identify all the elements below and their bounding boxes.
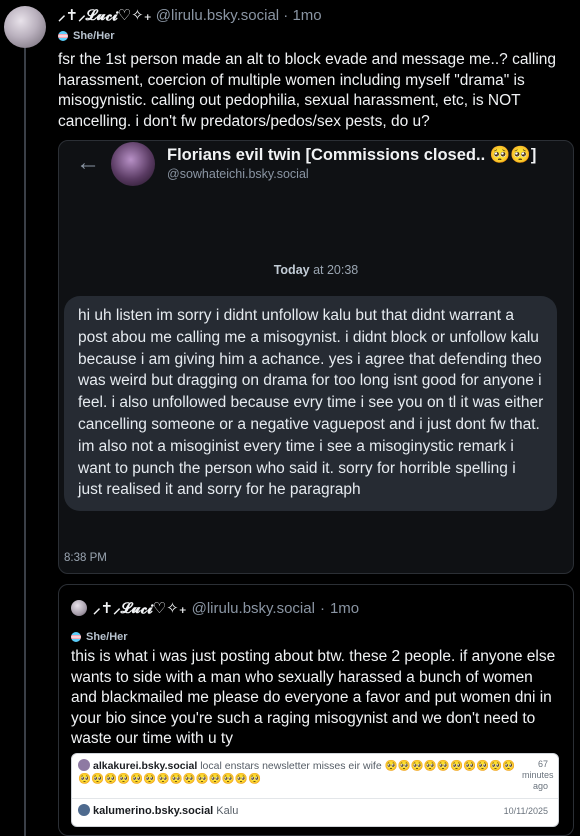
- post-header: ⸝✝⸝𝓛𝓾𝓬𝓲♡✧₊ @lirulu.bsky.social · 1mo: [58, 6, 572, 26]
- embed-text-2: Kalu: [213, 805, 239, 817]
- date-time: at 20:38: [309, 263, 359, 277]
- dm-header: ← Florians evil twin [Commissions closed…: [59, 141, 573, 193]
- handle[interactable]: @lirulu.bsky.social: [156, 7, 279, 24]
- display-name[interactable]: ⸝✝⸝𝓛𝓾𝓬𝓲♡✧₊: [58, 7, 152, 24]
- quote-header: ⸝✝⸝𝓛𝓾𝓬𝓲♡✧₊ @lirulu.bsky.social · 1mo: [71, 598, 359, 618]
- quote-handle: @lirulu.bsky.social: [191, 599, 315, 617]
- message-bubble: hi uh listen im sorry i didnt unfollow k…: [64, 296, 557, 512]
- pronoun-badge: She/Her: [58, 30, 572, 42]
- embed-user-2: kalumerino.bsky.social: [93, 805, 214, 817]
- quote-display-name: ⸝✝⸝𝓛𝓾𝓬𝓲♡✧₊: [93, 600, 187, 617]
- embedded-screenshot[interactable]: alkakurei.bsky.social local enstars news…: [71, 753, 559, 827]
- timestamp[interactable]: 1mo: [292, 7, 321, 24]
- separator: ·: [283, 7, 289, 24]
- post-text: fsr the 1st person made an alt to block …: [58, 51, 557, 130]
- embed-meta-2: 10/11/2025: [503, 806, 548, 816]
- quote-pronoun-label: She/Her: [86, 631, 128, 643]
- thread-line: [24, 48, 26, 836]
- dm-screenshot-image[interactable]: ← Florians evil twin [Commissions closed…: [58, 140, 574, 574]
- dm-display-name: Florians evil twin [Commissions closed..…: [167, 146, 537, 164]
- quote-text: this is what i was just posting about bt…: [71, 648, 556, 747]
- embed-avatar-1: [78, 759, 90, 771]
- embed-divider: [72, 798, 558, 799]
- quote-avatar: [71, 600, 87, 616]
- quote-pronoun-badge: She/Her: [71, 631, 128, 643]
- date-day: Today: [273, 263, 310, 277]
- trans-flag-icon: [71, 632, 81, 642]
- quote-timestamp: 1mo: [329, 599, 360, 617]
- quoted-post[interactable]: ⸝✝⸝𝓛𝓾𝓬𝓲♡✧₊ @lirulu.bsky.social · 1mo She…: [58, 584, 574, 836]
- embed-meta-1: 67 minutes ago: [522, 759, 554, 791]
- post: ⸝✝⸝𝓛𝓾𝓬𝓲♡✧₊ @lirulu.bsky.social · 1mo She…: [58, 6, 572, 132]
- embed-user-1: alkakurei.bsky.social: [93, 760, 198, 772]
- pronoun-label: She/Her: [73, 30, 115, 42]
- embed-row-2: kalumerino.bsky.social Kalu: [78, 804, 238, 817]
- message-time: 8:38 PM: [64, 552, 107, 564]
- trans-flag-icon: [58, 31, 68, 41]
- quote-separator: ·: [319, 599, 325, 617]
- dm-avatar: [111, 142, 155, 186]
- embed-avatar-2: [78, 804, 90, 816]
- avatar[interactable]: [4, 6, 46, 48]
- dm-date-label: Today at 20:38: [59, 263, 573, 277]
- back-arrow-icon: ←: [76, 149, 100, 176]
- embed-row-1: alkakurei.bsky.social local enstars news…: [78, 759, 528, 786]
- dm-handle: @sowhateichi.bsky.social: [167, 167, 309, 181]
